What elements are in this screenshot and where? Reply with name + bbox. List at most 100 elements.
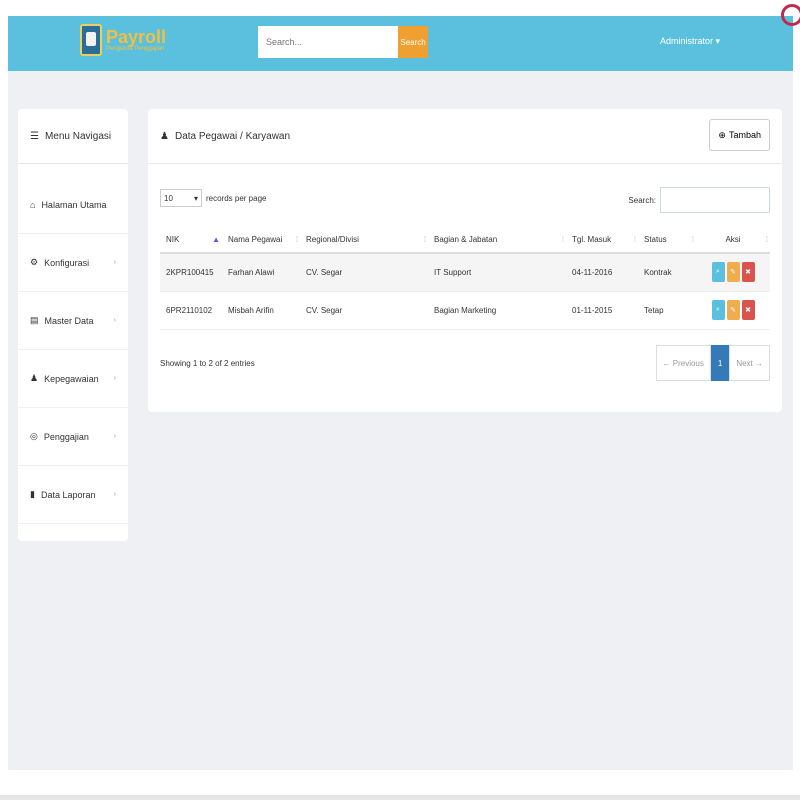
records-per-page: 10 ▾ records per page xyxy=(160,189,266,207)
search-input[interactable] xyxy=(258,26,398,58)
column-label: NIK xyxy=(166,235,180,244)
column-label: Tgl. Masuk xyxy=(572,235,612,244)
cell-status: Kontrak xyxy=(638,253,696,292)
sidebar-item-label: Kepegawaian xyxy=(44,373,99,384)
sidebar-item-halaman-utama[interactable]: ⌂ Halaman Utama xyxy=(18,176,128,234)
header-search: Search xyxy=(258,26,428,58)
employee-panel: ♟ Data Pegawai / Karyawan ⊕ Tambah 10 ▾ … xyxy=(148,109,782,412)
cell-status: Tetap xyxy=(638,291,696,330)
cell-regional: CV. Segar xyxy=(300,253,428,292)
chevron-right-icon: › xyxy=(113,317,116,324)
app-title: Payroll xyxy=(106,27,167,47)
table-info: Showing 1 to 2 of 2 entries xyxy=(160,359,255,368)
sort-icon: ⁞ xyxy=(295,235,298,244)
home-icon: ⌂ xyxy=(30,199,36,210)
payroll-logo-icon xyxy=(80,24,102,56)
view-button[interactable]: ⌕ xyxy=(711,262,725,283)
plus-circle-icon: ⊕ xyxy=(718,129,726,140)
bottom-strip xyxy=(0,795,800,800)
sidebar-item-penggajian[interactable]: ◎ Penggajian › xyxy=(18,408,128,466)
database-icon: ▤ xyxy=(30,315,39,325)
edit-button[interactable]: ✎ xyxy=(726,300,740,320)
delete-button[interactable]: ✖ xyxy=(741,262,755,283)
top-navbar: Payroll Pengelola Penggajian Search Admi… xyxy=(8,4,800,71)
column-nama[interactable]: Nama Pegawai ⁞ xyxy=(222,227,300,254)
delete-button[interactable]: ✖ xyxy=(741,300,755,320)
app-logo[interactable]: Payroll Pengelola Penggajian xyxy=(80,24,166,56)
column-label: Bagian & Jabatan xyxy=(434,235,498,244)
sidebar-item-data-laporan[interactable]: ▮ Data Laporan › xyxy=(18,466,128,524)
sidebar-item-konfigurasi[interactable]: ⚙ Konfigurasi › xyxy=(18,234,128,292)
user-name: Administrator xyxy=(660,36,714,46)
search-icon: ⌕ xyxy=(716,268,720,276)
add-employee-button[interactable]: ⊕ Tambah xyxy=(709,119,770,151)
view-button[interactable]: ⌕ xyxy=(711,300,725,320)
sidebar-item-kepegawaian[interactable]: ♟ Kepegawaian › xyxy=(18,350,128,408)
edit-button[interactable]: ✎ xyxy=(726,262,740,283)
cell-regional: CV. Segar xyxy=(300,291,428,330)
sort-asc-icon: ▲ xyxy=(212,235,220,244)
cell-tgl-masuk: 01-11-2015 xyxy=(566,291,638,330)
table-row: 6PR2110102 Misbah Arifin CV. Segar Bagia… xyxy=(160,291,770,330)
column-label: Status xyxy=(644,235,667,244)
add-button-label: Tambah xyxy=(728,130,761,140)
sidebar: ☰ Menu Navigasi ⌂ Halaman Utama ⚙ Konfig… xyxy=(18,109,128,541)
column-status[interactable]: Status ⁞ xyxy=(638,227,696,254)
cell-aksi: ⌕ ✎ ✖ xyxy=(696,253,770,292)
cell-nik: 2KPR100415 xyxy=(160,253,222,292)
sidebar-item-label: Data Laporan xyxy=(40,489,96,500)
sidebar-item-label: Konfigurasi xyxy=(44,257,90,268)
file-icon: ▮ xyxy=(30,489,35,499)
table-search: Search: xyxy=(628,187,770,213)
search-button[interactable]: Search xyxy=(398,26,428,58)
page-1-button[interactable]: 1 xyxy=(710,345,730,381)
cell-tgl-masuk: 04-11-2016 xyxy=(566,253,638,292)
sidebar-item-master-data[interactable]: ▤ Master Data › xyxy=(18,292,128,350)
chevron-right-icon: › xyxy=(113,375,116,382)
trash-icon: ✖ xyxy=(745,269,751,277)
sidebar-header: ☰ Menu Navigasi xyxy=(18,109,128,164)
records-per-page-label: records per page xyxy=(206,193,267,203)
panel-header: ♟ Data Pegawai / Karyawan ⊕ Tambah xyxy=(148,109,782,164)
user-menu[interactable]: Administrator ▾ xyxy=(660,36,720,47)
cell-bagian: IT Support xyxy=(428,253,566,292)
sort-icon: ⁞ xyxy=(691,235,694,244)
panel-title: Data Pegawai / Karyawan xyxy=(174,130,291,142)
user-icon: ♟ xyxy=(30,373,39,383)
column-tgl-masuk[interactable]: Tgl. Masuk ⁞ xyxy=(566,227,638,254)
sort-icon: ⁞ xyxy=(561,235,564,244)
money-icon: ◎ xyxy=(30,431,38,441)
edit-icon: ✎ xyxy=(730,307,736,314)
column-nik[interactable]: NIK ▲ xyxy=(160,227,222,254)
records-per-page-select[interactable]: 10 ▾ xyxy=(160,189,202,207)
sort-icon: ⁞ xyxy=(423,235,426,244)
sidebar-title: Menu Navigasi xyxy=(44,130,112,142)
caret-down-icon: ▾ xyxy=(715,36,721,46)
table-search-input[interactable] xyxy=(660,187,770,213)
sidebar-item-label: Master Data xyxy=(44,315,94,326)
trash-icon: ✖ xyxy=(745,307,751,314)
chevron-right-icon: › xyxy=(113,259,116,266)
sidebar-item-label: Penggajian xyxy=(43,431,89,442)
table-header-row: NIK ▲ Nama Pegawai ⁞ Regional/Divisi ⁞ Bagi… xyxy=(160,227,770,254)
sort-icon: ⁞ xyxy=(633,235,636,244)
sidebar-item-label: Halaman Utama xyxy=(41,199,107,210)
app-subtitle: Pengelola Penggajian xyxy=(106,46,165,52)
user-icon: ♟ xyxy=(160,130,169,142)
column-bagian[interactable]: Bagian & Jabatan ⁞ xyxy=(428,227,566,254)
list-icon: ☰ xyxy=(30,130,39,142)
chevron-right-icon: › xyxy=(113,491,116,498)
cell-aksi: ⌕ ✎ ✖ xyxy=(696,291,770,330)
pagination: ← Previous 1 Next → xyxy=(655,345,770,381)
cell-nama: Misbah Arifin xyxy=(222,291,300,330)
gear-icon: ⚙ xyxy=(30,257,39,267)
next-page-button[interactable]: Next → xyxy=(729,345,770,381)
corner-decoration xyxy=(781,4,800,26)
employee-table: NIK ▲ Nama Pegawai ⁞ Regional/Divisi ⁞ Bagi… xyxy=(160,227,770,330)
column-aksi[interactable]: Aksi ⁞ xyxy=(696,227,770,254)
column-label: Nama Pegawai xyxy=(228,235,283,244)
previous-page-button[interactable]: ← Previous xyxy=(655,345,711,381)
column-label: Regional/Divisi xyxy=(306,235,359,244)
caret-down-icon: ▾ xyxy=(193,193,198,203)
column-regional[interactable]: Regional/Divisi ⁞ xyxy=(300,227,428,254)
